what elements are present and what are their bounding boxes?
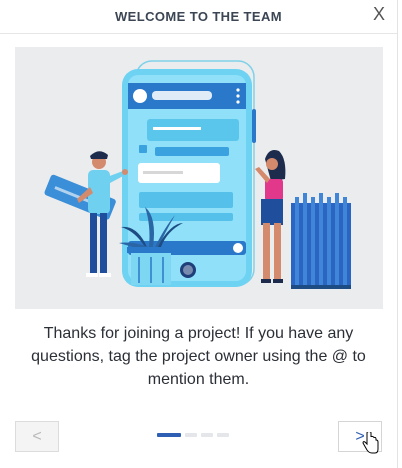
- pagination-dots: [157, 433, 229, 437]
- team-collaboration-illustration: [15, 47, 383, 309]
- dialog-header: WELCOME TO THE TEAM X: [0, 0, 397, 34]
- close-button[interactable]: X: [369, 4, 389, 24]
- welcome-dialog: WELCOME TO THE TEAM X Thanks for joining…: [0, 0, 398, 468]
- previous-button[interactable]: <: [15, 421, 59, 452]
- dialog-title: WELCOME TO THE TEAM: [115, 9, 282, 24]
- page-dot-3[interactable]: [201, 433, 213, 437]
- page-dot-4[interactable]: [217, 433, 229, 437]
- welcome-message: Thanks for joining a project! If you hav…: [31, 325, 366, 388]
- hand-cursor-icon: [362, 430, 380, 459]
- page-dot-1[interactable]: [157, 433, 181, 437]
- chevron-left-icon: <: [32, 427, 42, 445]
- close-icon: X: [372, 4, 385, 24]
- page-dot-2[interactable]: [185, 433, 197, 437]
